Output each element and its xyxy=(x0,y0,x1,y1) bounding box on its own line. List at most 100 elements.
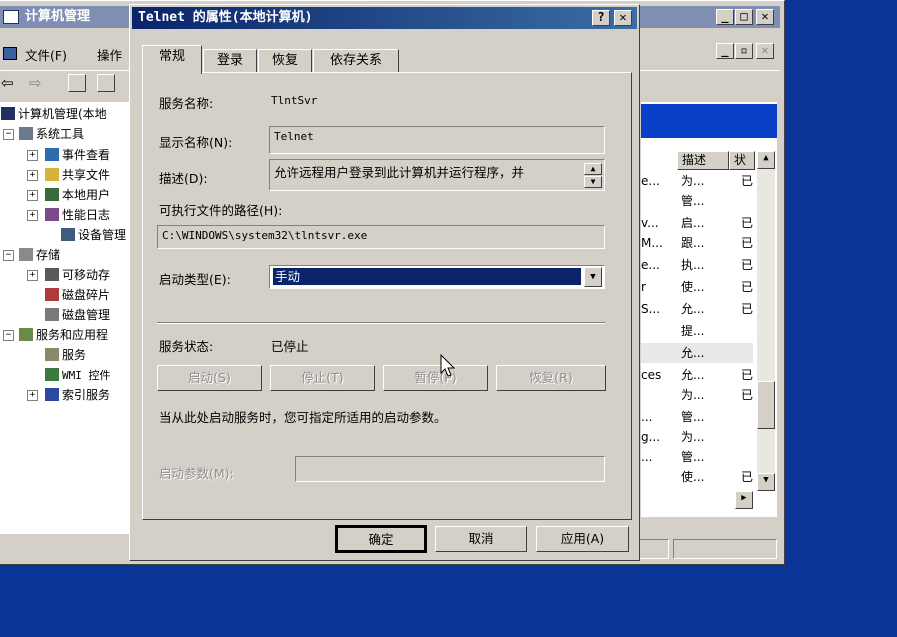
tree-item-storage[interactable]: 存储 xyxy=(19,246,60,265)
tree-item-system-tools[interactable]: 系统工具 xyxy=(19,125,84,144)
start-params-hint: 当从此处启动服务时，您可指定所适用的启动参数。 xyxy=(159,410,447,425)
tab-page-general: 服务名称: TlntSvr 显示名称(N): Telnet 描述(D): 允许远… xyxy=(142,72,632,520)
tree-item-indexing[interactable]: 索引服务 xyxy=(45,386,110,405)
start-params-input[interactable] xyxy=(295,456,605,482)
forward-arrow-icon[interactable]: ⇨ xyxy=(29,74,42,92)
dialog-title-bar[interactable]: Telnet 的属性(本地计算机) xyxy=(132,7,637,29)
services-icon xyxy=(45,348,59,361)
tree-item-performance-logs[interactable]: 性能日志 xyxy=(45,206,110,225)
start-button[interactable]: 启动(S) xyxy=(157,365,262,391)
back-arrow-icon[interactable]: ⇦ xyxy=(1,74,14,92)
column-header-status[interactable]: 状 xyxy=(729,151,755,170)
tree-item-disk-defrag[interactable]: 磁盘碎片 xyxy=(45,286,110,305)
tab-general[interactable]: 常规 xyxy=(142,45,202,74)
list-row[interactable]: e... 执... 已 xyxy=(641,255,753,275)
telnet-properties-dialog: Telnet 的属性(本地计算机) ? ✕ 常规 登录 恢复 依存关系 服务名称… xyxy=(129,4,640,561)
list-row[interactable]: 允... xyxy=(641,343,753,363)
list-row[interactable]: ces 允... 已 xyxy=(641,365,753,385)
tab-logon[interactable]: 登录 xyxy=(203,49,257,73)
expand-performance-logs[interactable]: + xyxy=(27,210,38,221)
scroll-up-icon[interactable]: ▲ xyxy=(757,151,775,169)
list-row[interactable]: e... 为... 已 xyxy=(641,171,753,191)
up-folder-icon[interactable] xyxy=(68,74,86,92)
child-restore-button[interactable]: ▫ xyxy=(735,43,753,59)
close-icon[interactable]: ✕ xyxy=(614,10,632,26)
menu-action[interactable]: 操作 xyxy=(97,45,122,64)
stop-button[interactable]: 停止(T) xyxy=(270,365,375,391)
display-name-field[interactable]: Telnet xyxy=(269,126,605,154)
cm-title: 计算机管理 xyxy=(25,9,91,24)
list-row[interactable]: v... 启... 已 xyxy=(641,213,753,233)
resume-button[interactable]: 恢复(R) xyxy=(496,365,606,391)
minimize-button[interactable]: _ xyxy=(716,9,734,25)
startup-type-value: 手动 xyxy=(272,267,582,286)
chevron-down-icon[interactable]: ▼ xyxy=(584,267,602,287)
list-row[interactable]: S... 允... 已 xyxy=(641,299,753,319)
close-icon[interactable]: ✕ xyxy=(756,9,774,25)
tree-item-event-viewer[interactable]: 事件查看 xyxy=(45,146,110,165)
exe-path-field[interactable]: C:\WINDOWS\system32\tlntsvr.exe xyxy=(157,225,605,249)
scroll-thumb[interactable] xyxy=(757,381,775,429)
apply-button[interactable]: 应用(A) xyxy=(536,526,629,552)
expand-removable-storage[interactable]: + xyxy=(27,270,38,281)
description-scroll-up-icon[interactable]: ▲ xyxy=(584,163,602,175)
description-field[interactable]: 允许远程用户登录到此计算机并运行程序，并 xyxy=(269,159,605,191)
tree-item-services-apps[interactable]: 服务和应用程 xyxy=(19,326,108,345)
local-users-icon xyxy=(45,188,59,201)
disk-management-icon xyxy=(45,308,59,321)
list-row[interactable]: ... 管... xyxy=(641,447,753,467)
column-header-description[interactable]: 描述 xyxy=(677,151,729,170)
service-name-value: TlntSvr xyxy=(271,94,318,107)
tab-recovery[interactable]: 恢复 xyxy=(258,49,312,73)
ok-button[interactable]: 确定 xyxy=(335,525,427,553)
description-label: 描述(D): xyxy=(159,171,208,186)
cancel-button[interactable]: 取消 xyxy=(435,526,527,552)
child-close-button[interactable]: ✕ xyxy=(756,43,774,59)
tree-item-disk-management[interactable]: 磁盘管理 xyxy=(45,306,110,325)
list-row[interactable]: 管... xyxy=(641,191,753,211)
exe-path-label: 可执行文件的路径(H): xyxy=(159,203,283,218)
tab-dependencies[interactable]: 依存关系 xyxy=(313,49,399,73)
list-row[interactable]: M... 跟... 已 xyxy=(641,233,753,253)
menu-file[interactable]: 文件(F) xyxy=(25,45,67,64)
tree-item-local-users[interactable]: 本地用户 xyxy=(45,186,110,205)
tree-item-wmi[interactable]: WMI 控件 xyxy=(45,366,111,385)
list-row[interactable]: 为... 已 xyxy=(641,385,753,405)
service-name-label: 服务名称: xyxy=(159,96,214,111)
start-params-label: 启动参数(M): xyxy=(159,466,234,481)
expand-shared-folders[interactable]: + xyxy=(27,170,38,181)
tree-item-device-manager[interactable]: 设备管理 xyxy=(61,226,126,245)
scroll-right-icon[interactable]: ▶ xyxy=(735,491,753,509)
list-row[interactable]: 使... 已 xyxy=(641,467,753,487)
device-manager-icon xyxy=(61,228,75,241)
list-row[interactable]: r 使... 已 xyxy=(641,277,753,297)
tree-item-removable-storage[interactable]: 可移动存 xyxy=(45,266,110,285)
service-status-value: 已停止 xyxy=(271,339,309,354)
pause-button[interactable]: 暂停(P) xyxy=(383,365,488,391)
maximize-button[interactable]: □ xyxy=(735,9,753,25)
child-minimize-button[interactable]: _ xyxy=(716,43,734,59)
list-row[interactable]: ... 管... xyxy=(641,407,753,427)
expand-local-users[interactable]: + xyxy=(27,190,38,201)
list-row[interactable]: 提... xyxy=(641,321,753,341)
scroll-down-icon[interactable]: ▼ xyxy=(757,473,775,491)
list-row[interactable]: g... 为... xyxy=(641,427,753,447)
status-bar-pane xyxy=(637,539,669,559)
help-button[interactable]: ? xyxy=(592,10,610,26)
expand-storage[interactable]: − xyxy=(3,250,14,261)
description-scroll-down-icon[interactable]: ▼ xyxy=(584,176,602,188)
startup-type-label: 启动类型(E): xyxy=(159,272,231,287)
expand-indexing[interactable]: + xyxy=(27,390,38,401)
vertical-scrollbar[interactable] xyxy=(757,151,775,491)
expand-event-viewer[interactable]: + xyxy=(27,150,38,161)
list-rows: e... 为... 已 管... v... 启... 已 M... 跟... 已 e... 执… xyxy=(641,171,753,491)
disk-defrag-icon xyxy=(45,288,59,301)
expand-services-apps[interactable]: − xyxy=(3,330,14,341)
event-viewer-icon xyxy=(45,148,59,161)
expand-system-tools[interactable]: − xyxy=(3,129,14,140)
show-hide-tree-icon[interactable] xyxy=(97,74,115,92)
tree-item-services[interactable]: 服务 xyxy=(45,346,86,365)
tree-item-shared-folders[interactable]: 共享文件 xyxy=(45,166,110,185)
tree-item-root[interactable]: 计算机管理(本地 xyxy=(1,105,107,124)
startup-type-select[interactable]: 手动 ▼ xyxy=(269,265,605,289)
